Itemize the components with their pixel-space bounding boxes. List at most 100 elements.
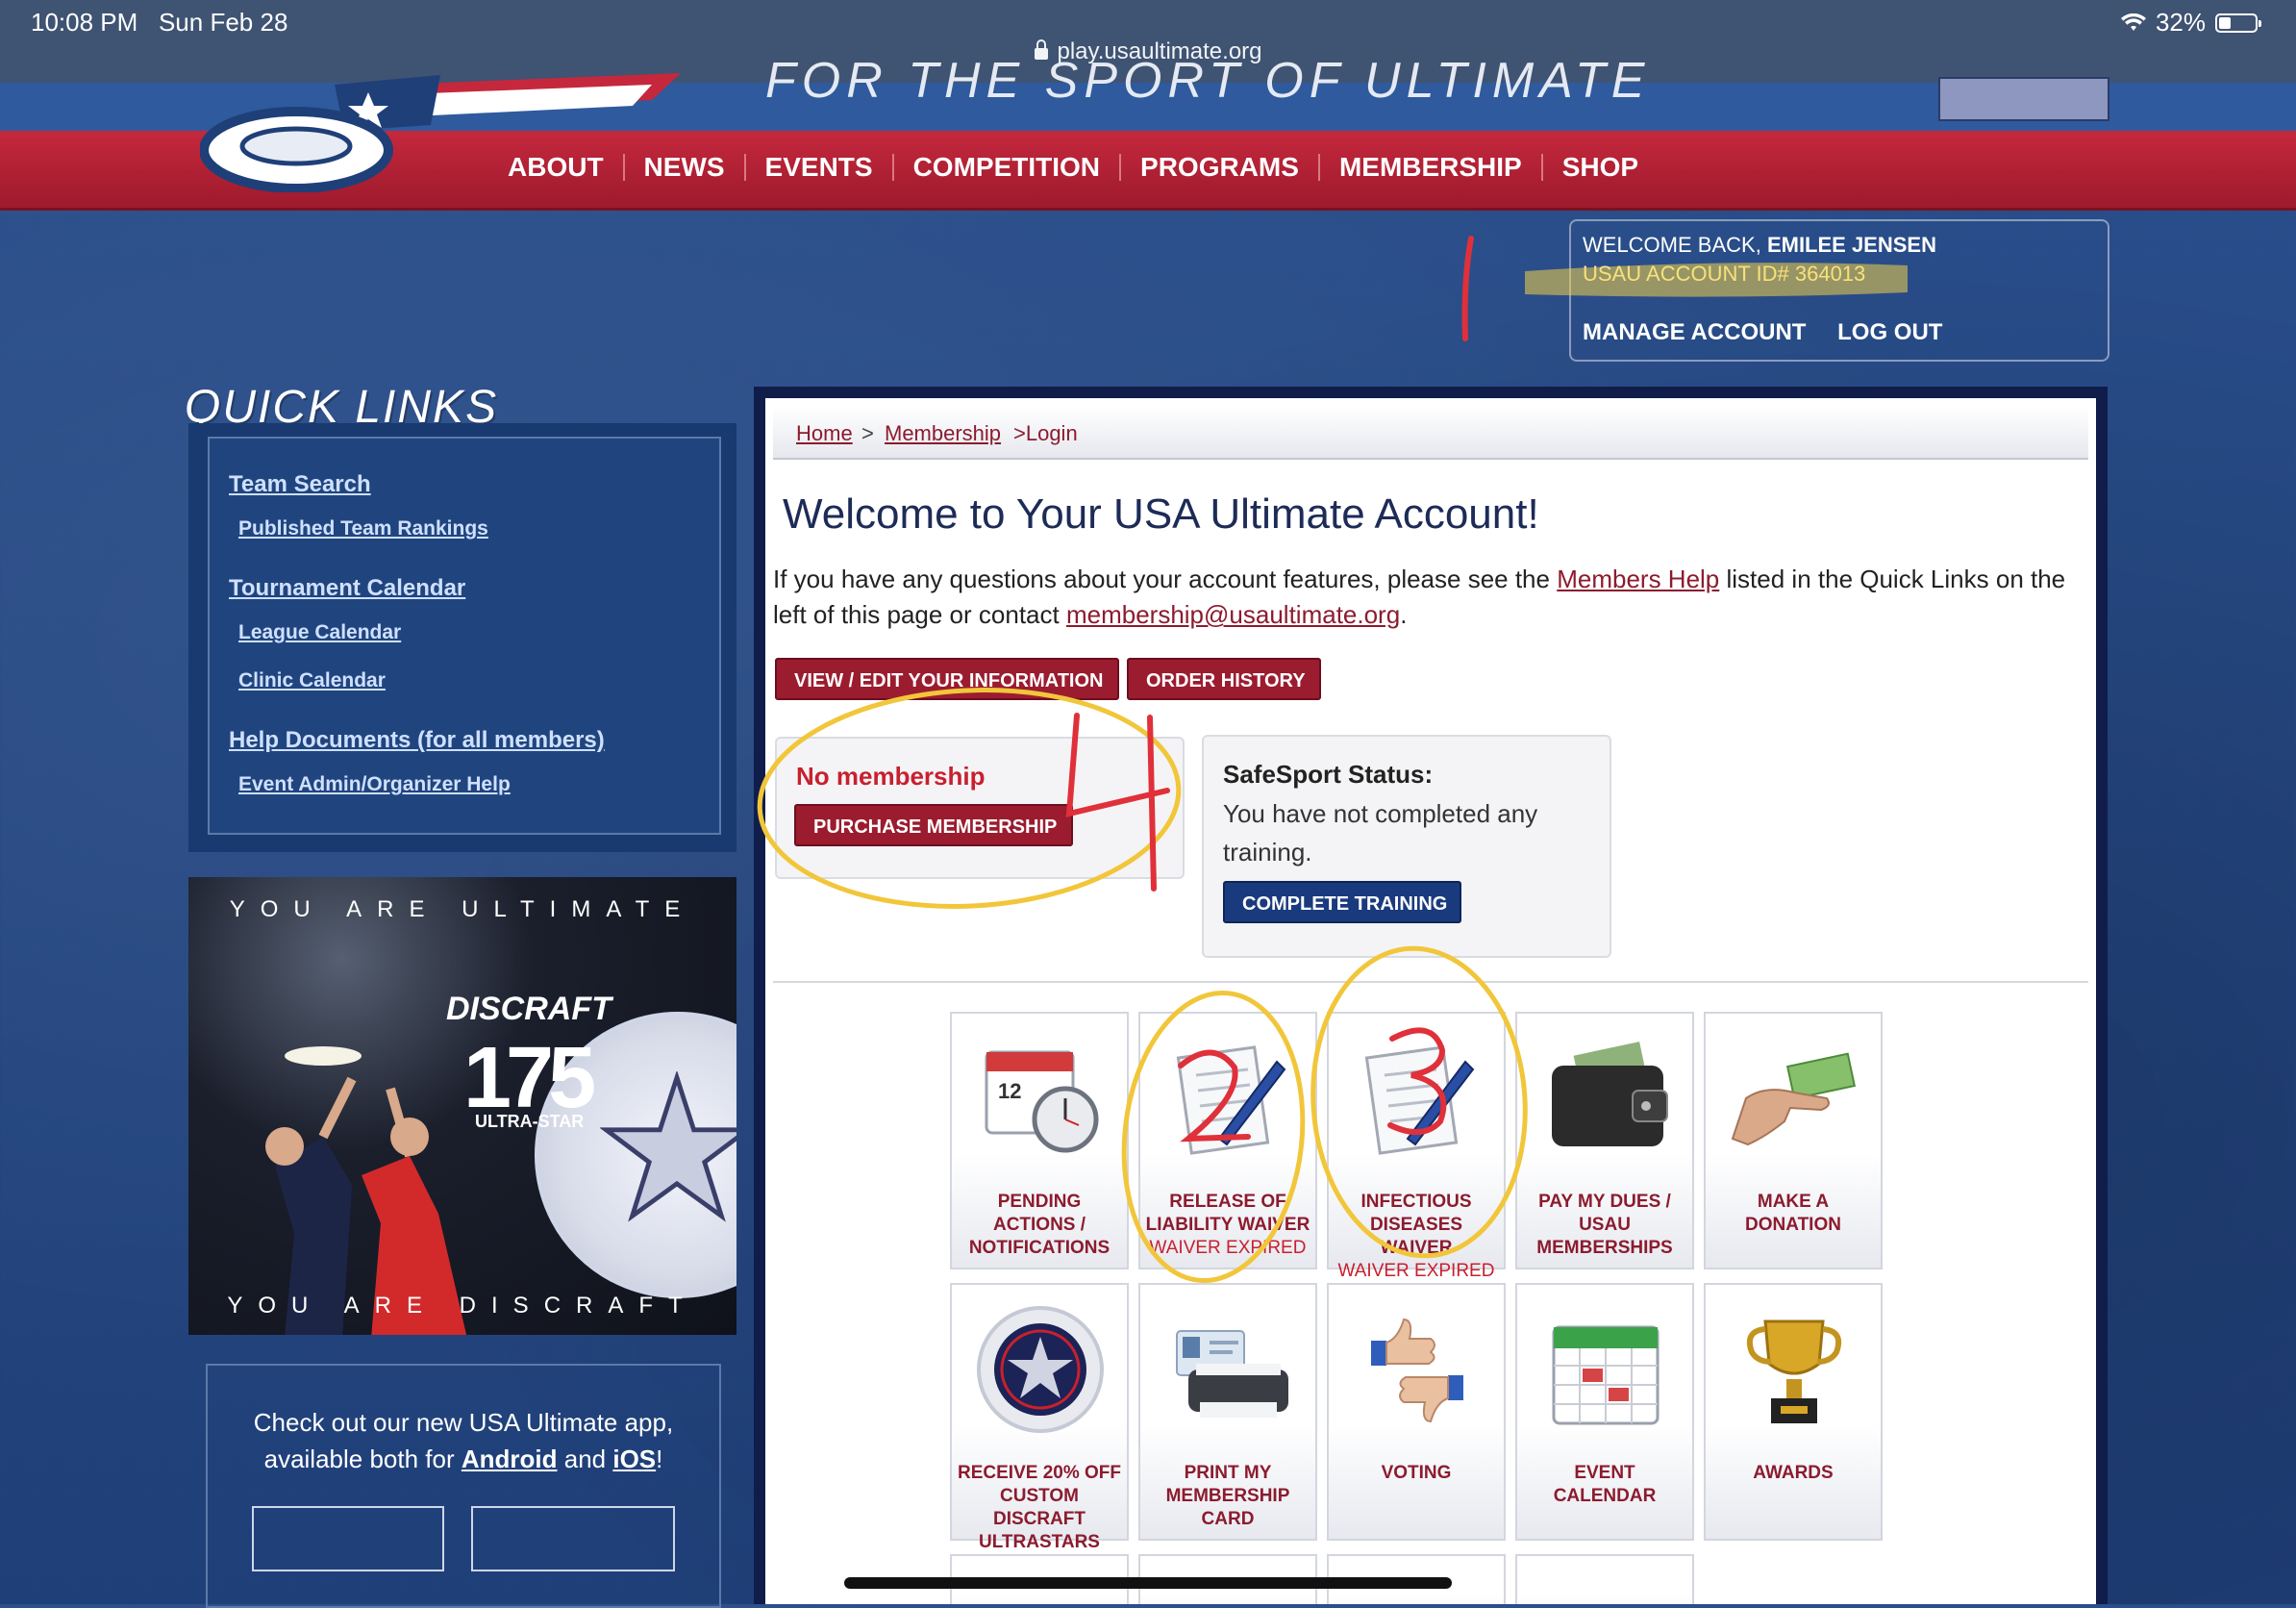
- quick-links-panel: Team Search Published Team Rankings Tourna…: [188, 423, 736, 852]
- document-pen-icon: [1350, 1031, 1485, 1166]
- membership-status: No membership: [796, 762, 986, 791]
- quick-link-team-search[interactable]: Team Search: [229, 471, 371, 498]
- status-indicators: 32%: [2120, 8, 2261, 38]
- tile-receive-20-off-custom-discraft-ultrastars[interactable]: RECEIVE 20% OFF CUSTOM DISCRAFT ULTRASTA…: [950, 1283, 1129, 1552]
- tile-awards[interactable]: AWARDS: [1704, 1283, 1883, 1541]
- tile-status: WAIVER EXPIRED: [1149, 1238, 1307, 1258]
- tile-label: MAKE A DONATION: [1710, 1191, 1877, 1237]
- svg-text:12: 12: [998, 1079, 1021, 1103]
- usa-ultimate-logo[interactable]: [200, 67, 700, 192]
- breadcrumb-home[interactable]: Home: [796, 421, 853, 446]
- welcome-greeting: WELCOME BACK, EMILEE JENSEN: [1583, 233, 1936, 257]
- tile-print-my-membership-card[interactable]: PRINT MY MEMBERSHIP CARD: [1138, 1283, 1317, 1541]
- main-content-frame: Home > Membership >Login Welcome to Your…: [754, 387, 2108, 1604]
- battery-level: [2219, 16, 2231, 29]
- tile-label: RELEASE OF LIABILITY WAIVER WAIVER EXPIRE…: [1144, 1191, 1311, 1260]
- app-promo-box: Check out our new USA Ultimate app, avai…: [206, 1364, 721, 1608]
- tile-infectious-diseases-waiver[interactable]: INFECTIOUS DISEASES WAIVER WAIVER EXPIRED: [1327, 1012, 1506, 1281]
- tile-label: AWARDS: [1710, 1462, 1877, 1485]
- status-time: 10:08 PM Sun Feb 28: [31, 8, 288, 37]
- quick-link-league-calendar[interactable]: League Calendar: [238, 621, 401, 644]
- ad-top-text: YOU ARE ULTIMATE: [229, 896, 696, 922]
- nav-item-membership[interactable]: MEMBERSHIP: [1317, 154, 1541, 181]
- nav-item-shop[interactable]: SHOP: [1540, 154, 1658, 181]
- discraft-ad-banner[interactable]: YOU ARE ULTIMATE DISCRAFT 175 ULTRA-STAR…: [188, 877, 736, 1335]
- android-link[interactable]: Android: [462, 1445, 558, 1473]
- tile-label-text: PAY MY DUES / USAU MEMBERSHIPS: [1536, 1192, 1673, 1258]
- app-store-badge[interactable]: [471, 1506, 675, 1571]
- tile-status: WAIVER EXPIRED: [1337, 1261, 1495, 1281]
- tile-label: VOTING: [1333, 1462, 1500, 1485]
- tile-voting[interactable]: VOTING: [1327, 1283, 1506, 1541]
- members-help-link[interactable]: Members Help: [1557, 565, 1719, 593]
- site-tagline: FOR THE SPORT OF ULTIMATE: [765, 53, 1651, 109]
- purchase-membership-button[interactable]: PURCHASE MEMBERSHIP: [794, 804, 1073, 846]
- app-promo-line-2: available both for Android and iOS!: [263, 1445, 663, 1473]
- page-title: Welcome to Your USA Ultimate Account!: [783, 490, 1539, 538]
- tile-label-text: VOTING: [1381, 1463, 1452, 1483]
- complete-training-button[interactable]: COMPLETE TRAINING: [1223, 881, 1461, 923]
- wallet-icon: [1538, 1031, 1673, 1166]
- header-search-box[interactable]: [1938, 77, 2109, 121]
- tile-event-calendar[interactable]: EVENT CALENDAR: [1515, 1283, 1694, 1541]
- tile-label-text: MAKE A DONATION: [1745, 1192, 1841, 1235]
- logout-link[interactable]: LOG OUT: [1837, 319, 1942, 345]
- breadcrumb-membership[interactable]: Membership: [885, 421, 1001, 446]
- tile-label: PRINT MY MEMBERSHIP CARD: [1144, 1462, 1311, 1531]
- order-history-button[interactable]: ORDER HISTORY: [1127, 658, 1321, 700]
- calendar-icon: [1538, 1302, 1673, 1437]
- tile-label-text: RELEASE OF LIABILITY WAIVER: [1145, 1192, 1310, 1235]
- tile-label-text: PRINT MY MEMBERSHIP CARD: [1165, 1463, 1290, 1529]
- intro-text: If you have any questions about your acc…: [773, 565, 2066, 629]
- tile-label-text: INFECTIOUS DISEASES WAIVER: [1360, 1192, 1472, 1258]
- hand-money-icon: [1727, 1031, 1861, 1166]
- manage-account-link[interactable]: MANAGE ACCOUNT: [1583, 319, 1806, 345]
- quick-link-help-documents-for-all-members[interactable]: Help Documents (for all members): [229, 727, 605, 754]
- membership-status-card: No membership PURCHASE MEMBERSHIP: [775, 737, 1185, 879]
- nav-item-competition[interactable]: COMPETITION: [891, 154, 1119, 181]
- tile-pending-actions-notifications[interactable]: 12 PENDING ACTIONS / NOTIFICATIONS: [950, 1012, 1129, 1269]
- quick-link-published-team-rankings[interactable]: Published Team Rankings: [238, 517, 488, 540]
- tile-release-of-liability-waiver[interactable]: RELEASE OF LIABILITY WAIVER WAIVER EXPIRE…: [1138, 1012, 1317, 1269]
- tile-label: EVENT CALENDAR: [1521, 1462, 1688, 1508]
- tile-pay-my-dues-usau-memberships[interactable]: PAY MY DUES / USAU MEMBERSHIPS: [1515, 1012, 1694, 1269]
- safesport-status-card: SafeSport Status: You have not completed…: [1202, 735, 1611, 958]
- printer-card-icon: [1161, 1302, 1296, 1437]
- tile-label: PAY MY DUES / USAU MEMBERSHIPS: [1521, 1191, 1688, 1260]
- account-links: MANAGE ACCOUNT LOG OUT: [1583, 319, 1967, 346]
- ad-bottom-text: YOU ARE DISCRAFT: [227, 1293, 698, 1319]
- section-divider: [773, 981, 2088, 983]
- user-name: EMILEE JENSEN: [1766, 233, 1936, 257]
- annotation-1: [1461, 236, 1474, 341]
- tile-label-text: EVENT CALENDAR: [1553, 1463, 1657, 1506]
- quick-link-clinic-calendar[interactable]: Clinic Calendar: [238, 669, 386, 692]
- tile-label: PENDING ACTIONS / NOTIFICATIONS: [956, 1191, 1123, 1260]
- breadcrumb-separator: >: [861, 421, 874, 445]
- breadcrumb: Home > Membership >Login: [773, 406, 2088, 460]
- home-indicator: [844, 1577, 1452, 1589]
- safesport-text: You have not completed any training.: [1223, 799, 1538, 867]
- wifi-icon: [2120, 13, 2146, 33]
- tile-partial[interactable]: [1515, 1554, 1694, 1604]
- quick-link-event-admin-organizer-help[interactable]: Event Admin/Organizer Help: [238, 773, 511, 796]
- breadcrumb-current: >Login: [1013, 421, 1078, 445]
- trophy-icon: [1727, 1302, 1861, 1437]
- nav-item-programs[interactable]: PROGRAMS: [1119, 154, 1318, 181]
- thumbs-up-down-icon: [1350, 1302, 1485, 1437]
- ios-link[interactable]: iOS: [612, 1445, 656, 1473]
- tile-make-a-donation[interactable]: MAKE A DONATION: [1704, 1012, 1883, 1269]
- app-promo-text: Check out our new USA Ultimate app, avai…: [208, 1404, 719, 1477]
- calendar-stopwatch-icon: 12: [973, 1031, 1108, 1166]
- view-edit-info-button[interactable]: VIEW / EDIT YOUR INFORMATION: [775, 658, 1119, 700]
- star-icon: [600, 1071, 736, 1222]
- google-play-badge[interactable]: [252, 1506, 444, 1571]
- tile-label-text: RECEIVE 20% OFF CUSTOM DISCRAFT ULTRASTA…: [958, 1463, 1121, 1552]
- nav-item-events[interactable]: EVENTS: [743, 154, 892, 181]
- battery-icon: [2215, 13, 2261, 33]
- tile-label-text: PENDING ACTIONS / NOTIFICATIONS: [968, 1192, 1111, 1258]
- tile-label: RECEIVE 20% OFF CUSTOM DISCRAFT ULTRASTA…: [956, 1462, 1123, 1554]
- battery-percent: 32%: [2155, 8, 2206, 37]
- quick-link-tournament-calendar[interactable]: Tournament Calendar: [229, 575, 465, 602]
- membership-email-link[interactable]: membership@usaultimate.org: [1066, 600, 1400, 629]
- app-promo-line-1: Check out our new USA Ultimate app,: [253, 1408, 674, 1437]
